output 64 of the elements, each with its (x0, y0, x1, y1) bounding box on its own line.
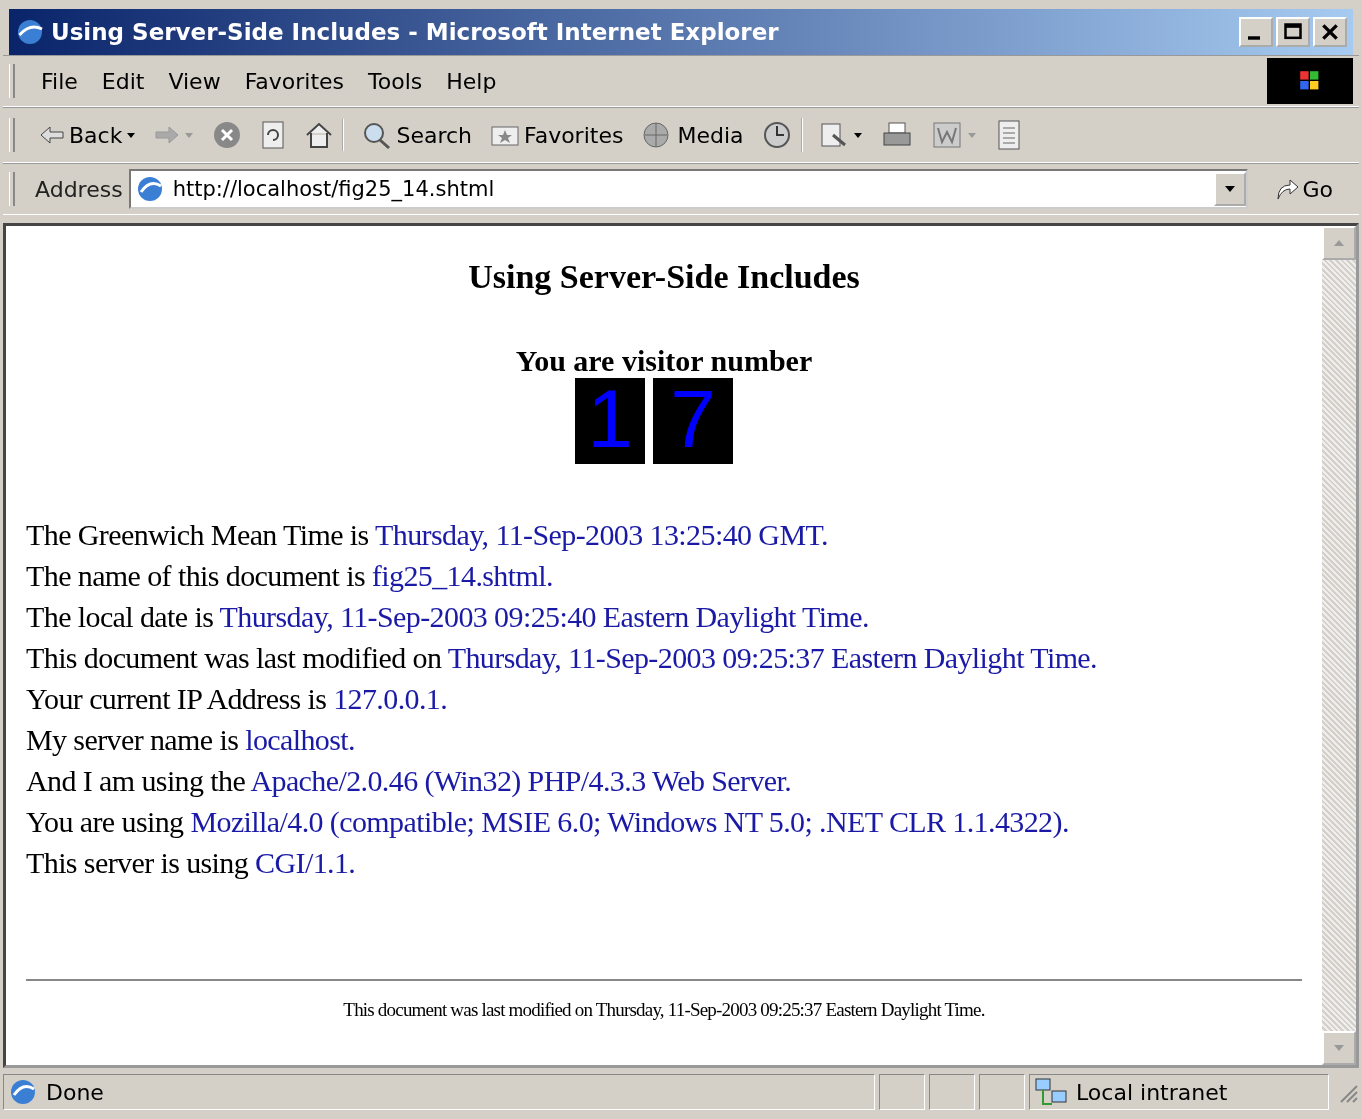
info-line: Your current IP Address is 127.0.0.1. (26, 681, 449, 717)
media-button[interactable]: Media (633, 118, 752, 152)
scroll-down-button[interactable] (1322, 1031, 1356, 1065)
info-line: This server is using CGI/1.1. (26, 845, 357, 881)
caret-icon (967, 131, 978, 139)
counter-digit: 7 (653, 378, 733, 464)
curved-arrow-icon (1274, 177, 1301, 201)
status-pane (979, 1074, 1025, 1110)
address-label: Address (35, 176, 123, 202)
info-line: This document was last modified on Thursday, 11-Sep-2003 09:25:37 Eastern Daylight Time. (26, 640, 1098, 676)
menu-item[interactable]: File (29, 64, 90, 98)
search-button[interactable]: Search (352, 118, 480, 152)
status-text: Done (46, 1079, 104, 1105)
zone-text: Local intranet (1076, 1079, 1228, 1105)
stop-icon (212, 120, 243, 150)
favorites-button[interactable]: Favorites (482, 120, 632, 150)
go-button[interactable]: Go (1254, 176, 1353, 202)
menu-item[interactable]: Edit (89, 64, 157, 98)
info-line: And I am using the Apache/2.0.46 (Win32) PHP/4.3.3 Web Server. (26, 763, 793, 799)
caret-icon (126, 131, 137, 139)
menu-item[interactable]: Help (434, 64, 509, 98)
page-icon (15, 17, 45, 47)
dropdown-button[interactable] (1214, 172, 1247, 206)
vertical-scrollbar[interactable] (1322, 226, 1356, 1065)
word-icon (931, 120, 964, 150)
right-arrow-icon (154, 124, 181, 146)
info-line: The name of this document is fig25_14.shtml. (26, 558, 554, 594)
caret-icon (853, 131, 864, 139)
network-icon (1034, 1077, 1068, 1107)
info-line: You are using Mozilla/4.0 (compatible; MSIE 6.0; Windows NT 5.0; .NET CLR 1.1.4322). (26, 804, 1070, 840)
up-arrow-icon (1333, 239, 1345, 247)
menu-item[interactable]: Tools (356, 64, 435, 98)
refresh-icon (260, 120, 287, 150)
address-field[interactable]: http://localhost/fig25_14.shtml (128, 169, 1249, 209)
page-icon (8, 1077, 38, 1107)
printer-icon (881, 121, 914, 149)
info-line: The local date is Thursday, 11-Sep-2003 09:25:40 Eastern Daylight Time. (26, 599, 870, 635)
back-button[interactable]: Back (31, 120, 145, 150)
caret-icon (1224, 185, 1237, 193)
counter-digit: 1 (575, 378, 645, 464)
toolbar-grip[interactable] (9, 64, 15, 98)
status-pane (879, 1074, 925, 1110)
minimize-button[interactable] (1239, 17, 1273, 47)
close-button[interactable] (1313, 17, 1347, 47)
close-icon (1320, 22, 1340, 42)
visitor-label: You are visitor number (514, 344, 814, 378)
maximize-icon (1283, 22, 1303, 42)
menu-item[interactable]: View (156, 64, 233, 98)
window-title: Using Server-Side Includes - Microsoft Internet Explorer (51, 19, 780, 45)
page-heading: Using Server-Side Includes (467, 258, 861, 296)
down-arrow-icon (1333, 1044, 1345, 1052)
info-line: The Greenwich Mean Time is Thursday, 11-Sep-2003 13:25:40 GMT. (26, 517, 829, 553)
windows-logo-icon (1267, 58, 1353, 104)
minimize-icon (1248, 36, 1260, 40)
menu-item[interactable]: Favorites (232, 64, 357, 98)
footer-text: This document was last modified on Thursday, 11-Sep-2003 09:25:37 Eastern Daylight Time. (342, 999, 986, 1021)
maximize-button[interactable] (1276, 17, 1310, 47)
scroll-up-button[interactable] (1322, 226, 1356, 260)
status-pane (929, 1074, 975, 1110)
caret-icon (184, 131, 195, 139)
toolbar-grip[interactable] (9, 172, 15, 206)
toolbar-grip[interactable] (9, 118, 15, 152)
left-arrow-icon (39, 124, 65, 146)
info-line: My server name is localhost. (26, 722, 356, 758)
